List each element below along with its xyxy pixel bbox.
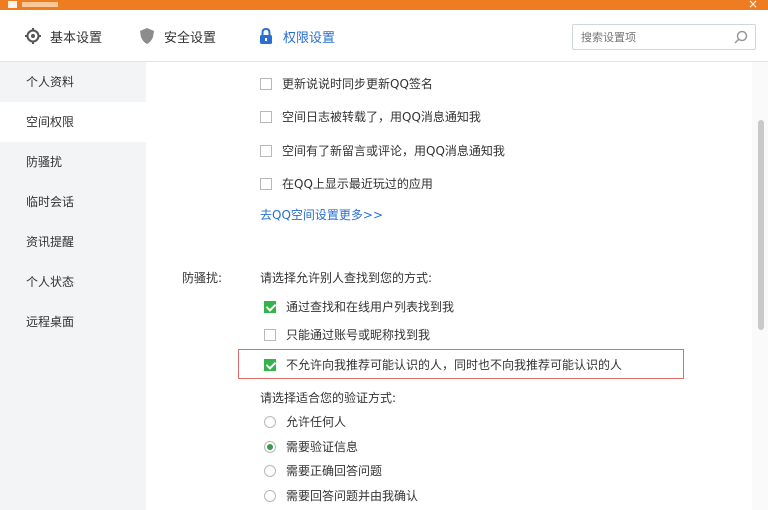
gear-icon: [24, 27, 42, 45]
shield-icon: [138, 27, 156, 45]
app-logo-icon: [8, 1, 17, 8]
space-option-row[interactable]: 更新说说时同步更新QQ签名: [260, 75, 433, 92]
checkbox[interactable]: [264, 328, 276, 341]
option-label: 空间有了新留言或评论，用QQ消息通知我: [282, 144, 505, 158]
sidebar-item-news-alerts[interactable]: 资讯提醒: [0, 222, 146, 262]
vertical-scrollbar[interactable]: [752, 62, 768, 510]
tab-label: 基本设置: [50, 30, 103, 46]
tab-basic-settings[interactable]: 基本设置: [24, 24, 102, 48]
sidebar-item-space-permissions[interactable]: 空间权限: [0, 102, 146, 142]
option-label: 需要验证信息: [286, 440, 359, 454]
more-space-settings-link[interactable]: 去QQ空间设置更多>>: [260, 206, 383, 223]
checkbox[interactable]: [260, 144, 272, 157]
checkbox-checked[interactable]: [264, 300, 276, 313]
option-label: 只能通过账号或昵称找到我: [286, 328, 431, 342]
tab-security-settings[interactable]: 安全设置: [138, 24, 216, 48]
radio[interactable]: [264, 464, 276, 477]
option-label: 空间日志被转载了，用QQ消息通知我: [282, 110, 481, 124]
find-method-title: 请选择允许别人查找到您的方式:: [260, 271, 433, 285]
space-option-row[interactable]: 空间有了新留言或评论，用QQ消息通知我: [260, 142, 505, 159]
search-icon[interactable]: [733, 29, 749, 45]
settings-content: 更新说说时同步更新QQ签名 空间日志被转载了，用QQ消息通知我 空间有了新留言或…: [146, 62, 768, 510]
option-label: 不允许向我推荐可能认识的人，同时也不向我推荐可能认识的人: [286, 358, 623, 372]
scrollbar-thumb[interactable]: [758, 120, 764, 330]
find-option-row[interactable]: 不允许向我推荐可能认识的人，同时也不向我推荐可能认识的人: [264, 356, 622, 373]
find-option-row[interactable]: 通过查找和在线用户列表找到我: [264, 298, 454, 315]
anti-harassment-label: 防骚扰:: [182, 271, 223, 285]
verify-option-row[interactable]: 需要回答问题并由我确认: [264, 487, 418, 504]
radio[interactable]: [264, 489, 276, 502]
option-label: 需要回答问题并由我确认: [286, 489, 419, 503]
verify-option-row[interactable]: 需要验证信息: [264, 438, 358, 455]
settings-toolbar: 基本设置 安全设置 权限设置: [0, 10, 768, 62]
window-title-bar: ×: [0, 0, 768, 11]
tab-permission-settings[interactable]: 权限设置: [257, 24, 335, 48]
sidebar-item-profile[interactable]: 个人资料: [0, 62, 146, 102]
sidebar-item-personal-status[interactable]: 个人状态: [0, 262, 146, 302]
find-option-row[interactable]: 只能通过账号或昵称找到我: [264, 326, 430, 343]
window-title: [22, 2, 58, 7]
space-option-row[interactable]: 在QQ上显示最近玩过的应用: [260, 175, 433, 192]
sidebar-item-temp-session[interactable]: 临时会话: [0, 182, 146, 222]
option-label: 在QQ上显示最近玩过的应用: [282, 177, 433, 191]
radio-selected[interactable]: [264, 440, 276, 453]
verify-option-row[interactable]: 允许任何人: [264, 413, 346, 430]
option-label: 需要正确回答问题: [286, 464, 383, 478]
sidebar-item-anti-harassment[interactable]: 防骚扰: [0, 142, 146, 182]
search-box[interactable]: [572, 24, 756, 50]
checkbox[interactable]: [260, 177, 272, 190]
option-label: 通过查找和在线用户列表找到我: [286, 300, 455, 314]
search-input[interactable]: [573, 25, 723, 49]
option-label: 允许任何人: [286, 415, 347, 429]
verify-option-row[interactable]: 需要正确回答问题: [264, 462, 382, 479]
option-label: 更新说说时同步更新QQ签名: [282, 77, 433, 91]
lock-icon: [257, 27, 275, 45]
tab-label: 安全设置: [164, 30, 217, 46]
checkbox[interactable]: [260, 110, 272, 123]
checkbox[interactable]: [260, 77, 272, 90]
checkbox-checked[interactable]: [264, 358, 276, 371]
settings-sidebar: 个人资料 空间权限 防骚扰 临时会话 资讯提醒 个人状态 远程桌面: [0, 62, 146, 510]
sidebar-item-remote-desktop[interactable]: 远程桌面: [0, 302, 146, 342]
verify-method-title: 请选择适合您的验证方式:: [260, 391, 397, 405]
space-option-row[interactable]: 空间日志被转载了，用QQ消息通知我: [260, 108, 481, 125]
tab-label: 权限设置: [283, 30, 336, 46]
radio[interactable]: [264, 415, 276, 428]
